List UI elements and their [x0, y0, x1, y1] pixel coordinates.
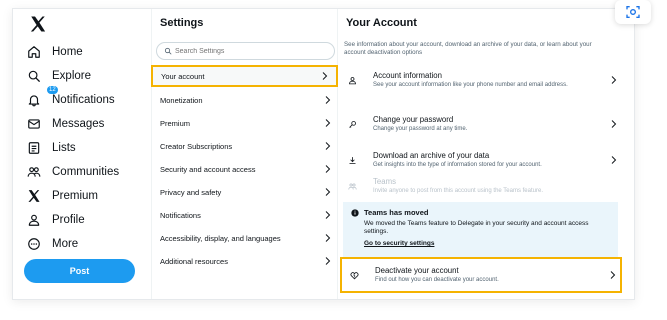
- person-icon: [349, 76, 356, 84]
- teams-row: Teams Invite anyone to post from this ac…: [338, 171, 621, 201]
- chevron-right-icon: [611, 76, 617, 84]
- settings-item-creator-subscriptions[interactable]: Creator Subscriptions: [152, 135, 339, 157]
- x-logo-icon: [28, 190, 40, 202]
- nav-item-profile[interactable]: Profile: [27, 209, 85, 231]
- settings-title: Settings: [160, 17, 204, 29]
- scan-icon: [626, 6, 640, 18]
- deactivate-account-row[interactable]: Deactivate your account Find out how you…: [340, 257, 622, 293]
- chevron-right-icon: [611, 120, 617, 128]
- nav-label: Messages: [52, 118, 105, 130]
- settings-item-label: Notifications: [160, 210, 201, 220]
- nav-item-premium[interactable]: Premium: [27, 185, 98, 207]
- nav-label: Lists: [52, 142, 76, 154]
- row-title: Download an archive of your data: [373, 151, 490, 160]
- settings-item-label: Security and account access: [160, 164, 256, 174]
- notice-body: We moved the Teams feature to Delegate i…: [364, 220, 589, 235]
- settings-item-additional-resources[interactable]: Additional resources: [152, 250, 339, 272]
- list-icon: [28, 142, 40, 154]
- chevron-right-icon: [325, 188, 331, 196]
- row-title: Teams: [373, 177, 396, 186]
- settings-item-privacy[interactable]: Privacy and safety: [152, 181, 339, 203]
- app-window: Home Explore 12 Notifications Messages L…: [12, 8, 635, 300]
- nav-label: Profile: [52, 214, 85, 226]
- nav-item-messages[interactable]: Messages: [27, 113, 104, 135]
- settings-column: Settings Your account Monetization Premi…: [151, 9, 338, 299]
- nav-label: Premium: [52, 190, 99, 202]
- post-button[interactable]: Post: [24, 259, 135, 283]
- settings-item-label: Privacy and safety: [160, 187, 222, 197]
- settings-item-label: Monetization: [160, 95, 203, 105]
- nav-item-communities[interactable]: Communities: [27, 161, 119, 183]
- chevron-right-icon: [322, 72, 328, 80]
- chevron-right-icon: [325, 119, 331, 127]
- change-password-row[interactable]: Change your password Change your passwor…: [338, 109, 621, 139]
- settings-item-label: Your account: [161, 71, 205, 81]
- nav-label: Home: [52, 46, 83, 58]
- chevron-right-icon: [611, 156, 617, 164]
- nav-item-notifications[interactable]: 12 Notifications: [27, 86, 115, 111]
- broken-heart-icon: [350, 271, 359, 279]
- account-description: See information about your account, down…: [344, 41, 592, 56]
- settings-item-label: Accessibility, display, and languages: [160, 233, 281, 243]
- notice-title: Teams has moved: [364, 208, 429, 217]
- row-subtitle: Get insights into the type of informatio…: [373, 162, 542, 168]
- settings-item-label: Additional resources: [160, 256, 228, 266]
- info-icon: [351, 208, 359, 217]
- nav-item-home[interactable]: Home: [27, 41, 83, 63]
- chevron-right-icon: [325, 142, 331, 150]
- teams-icon: [348, 183, 357, 190]
- row-title: Change your password: [373, 115, 454, 124]
- settings-item-accessibility[interactable]: Accessibility, display, and languages: [152, 227, 339, 249]
- chevron-right-icon: [325, 211, 331, 219]
- security-settings-link[interactable]: Go to security settings: [364, 240, 610, 247]
- account-title: Your Account: [346, 17, 417, 29]
- x-logo-icon[interactable]: [29, 15, 47, 33]
- settings-item-label: Creator Subscriptions: [160, 141, 233, 151]
- search-input[interactable]: [175, 47, 315, 55]
- settings-item-monetization[interactable]: Monetization: [152, 89, 339, 111]
- settings-item-notifications[interactable]: Notifications: [152, 204, 339, 226]
- row-subtitle: See your account information like your p…: [373, 82, 568, 88]
- nav-label: Communities: [52, 166, 120, 178]
- mail-icon: [28, 119, 40, 129]
- scan-button[interactable]: [615, 0, 651, 24]
- communities-icon: [27, 167, 41, 177]
- account-column: Your Account See information about your …: [338, 9, 634, 299]
- nav-label: Explore: [52, 70, 91, 82]
- settings-item-premium[interactable]: Premium: [152, 112, 339, 134]
- chevron-right-icon: [325, 96, 331, 104]
- chevron-right-icon: [325, 165, 331, 173]
- nav-item-lists[interactable]: Lists: [27, 137, 76, 159]
- row-subtitle: Invite anyone to post from this account …: [373, 188, 543, 194]
- search-icon: [28, 70, 40, 82]
- more-circle-icon: [28, 238, 40, 250]
- nav-item-explore[interactable]: Explore: [27, 65, 91, 87]
- chevron-right-icon: [325, 234, 331, 242]
- search-icon: [164, 47, 172, 55]
- nav-label: Notifications: [52, 94, 115, 106]
- download-icon: [349, 156, 356, 164]
- settings-item-your-account[interactable]: Your account: [151, 65, 338, 87]
- nav-item-more[interactable]: More: [27, 233, 78, 255]
- key-icon: [349, 120, 356, 128]
- row-subtitle: Find out how you can deactivate your acc…: [375, 277, 499, 283]
- row-subtitle: Change your password at any time.: [373, 126, 468, 132]
- home-icon: [28, 46, 40, 58]
- person-icon: [28, 214, 40, 226]
- nav-label: More: [52, 238, 79, 250]
- teams-moved-notice: Teams has moved We moved the Teams featu…: [343, 202, 618, 257]
- settings-search[interactable]: [156, 42, 335, 60]
- left-nav: Home Explore 12 Notifications Messages L…: [13, 9, 151, 299]
- bell-icon: [28, 95, 40, 107]
- account-information-row[interactable]: Account information See your account inf…: [338, 65, 621, 95]
- notification-badge: 12: [47, 86, 58, 94]
- chevron-right-icon: [325, 257, 331, 265]
- row-title: Account information: [373, 71, 442, 80]
- chevron-right-icon: [610, 271, 616, 279]
- settings-item-label: Premium: [160, 118, 191, 128]
- settings-item-security[interactable]: Security and account access: [152, 158, 339, 180]
- row-title: Deactivate your account: [375, 266, 459, 275]
